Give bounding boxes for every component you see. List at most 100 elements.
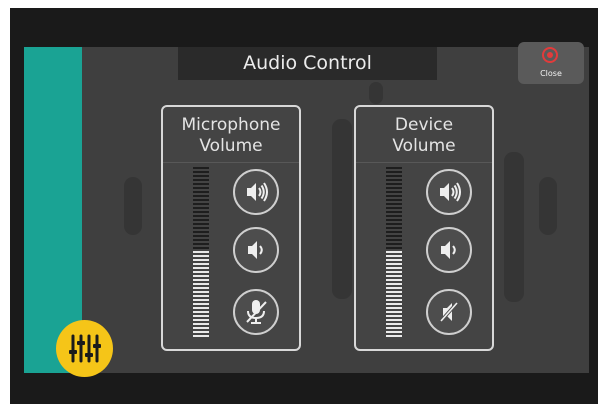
page-title: Audio Control	[178, 47, 437, 80]
meter-segment	[386, 323, 402, 325]
meter-segment	[193, 279, 209, 281]
meter-segment	[386, 187, 402, 189]
meter-segment	[386, 215, 402, 217]
meter-segment	[386, 195, 402, 197]
device-volume-up-button[interactable]	[426, 169, 472, 215]
meter-segment	[193, 203, 209, 205]
decorative-bar	[124, 177, 142, 235]
meter-segment	[193, 167, 209, 169]
meter-segment	[386, 275, 402, 277]
device-volume-down-button[interactable]	[426, 227, 472, 273]
meter-segment	[386, 331, 402, 333]
device-mute-button[interactable]	[426, 289, 472, 335]
meter-segment	[193, 335, 209, 337]
meter-segment	[386, 335, 402, 337]
meter-segment	[193, 247, 209, 249]
meter-segment	[386, 279, 402, 281]
microphone-title-line2: Volume	[199, 136, 263, 156]
meter-segment	[386, 303, 402, 305]
meter-segment	[193, 263, 209, 265]
meter-segment	[386, 259, 402, 261]
volume-up-icon	[440, 182, 461, 202]
meter-segment	[193, 171, 209, 173]
meter-segment	[193, 207, 209, 209]
meter-segment	[386, 179, 402, 181]
volume-down-icon	[441, 241, 456, 259]
close-button[interactable]: Close	[518, 42, 584, 84]
meter-segment	[386, 183, 402, 185]
meter-segment	[386, 287, 402, 289]
meter-segment	[386, 251, 402, 253]
meter-segment	[193, 275, 209, 277]
meter-segment	[386, 315, 402, 317]
microphone-volume-down-button[interactable]	[233, 227, 279, 273]
microphone-volume-title: Microphone Volume	[163, 115, 299, 157]
divider	[356, 162, 492, 163]
meter-segment	[386, 267, 402, 269]
meter-segment	[193, 215, 209, 217]
meter-segment	[193, 191, 209, 193]
device-title-line1: Device	[394, 115, 454, 135]
meter-segment	[193, 199, 209, 201]
meter-segment	[386, 227, 402, 229]
meter-segment	[193, 251, 209, 253]
mixer-sliders-icon	[69, 334, 101, 363]
meter-segment	[386, 271, 402, 273]
decorative-bar	[539, 177, 557, 235]
meter-segment	[193, 227, 209, 229]
audio-mixer-button[interactable]	[56, 320, 113, 377]
meter-segment	[386, 239, 402, 241]
device-volume-title: Device Volume	[356, 115, 492, 157]
meter-segment	[193, 299, 209, 301]
meter-segment	[386, 295, 402, 297]
meter-segment	[193, 287, 209, 289]
meter-segment	[193, 295, 209, 297]
decorative-bar	[504, 152, 524, 302]
meter-segment	[193, 303, 209, 305]
meter-segment	[193, 283, 209, 285]
meter-segment	[386, 167, 402, 169]
microphone-mute-button[interactable]	[233, 289, 279, 335]
meter-segment	[386, 207, 402, 209]
meter-segment	[193, 331, 209, 333]
meter-segment	[193, 175, 209, 177]
decorative-bar	[332, 119, 352, 299]
meter-segment	[193, 307, 209, 309]
meter-segment	[193, 271, 209, 273]
meter-segment	[386, 231, 402, 233]
meter-segment	[386, 191, 402, 193]
meter-segment	[193, 187, 209, 189]
meter-segment	[386, 263, 402, 265]
meter-segment	[386, 223, 402, 225]
device-level-meter	[386, 167, 402, 339]
meter-segment	[386, 211, 402, 213]
meter-segment	[386, 235, 402, 237]
meter-segment	[193, 267, 209, 269]
meter-segment	[386, 175, 402, 177]
meter-segment	[386, 171, 402, 173]
meter-segment	[193, 195, 209, 197]
meter-segment	[386, 247, 402, 249]
meter-segment	[193, 319, 209, 321]
meter-segment	[193, 291, 209, 293]
microphone-level-meter	[193, 167, 209, 339]
meter-segment	[386, 255, 402, 257]
close-circle-icon	[542, 47, 558, 63]
meter-segment	[386, 283, 402, 285]
microphone-volume-up-button[interactable]	[233, 169, 279, 215]
microphone-title-line1: Microphone	[181, 115, 281, 135]
meter-segment	[193, 259, 209, 261]
meter-segment	[386, 291, 402, 293]
meter-segment	[386, 243, 402, 245]
volume-up-icon	[247, 182, 268, 202]
meter-segment	[193, 183, 209, 185]
volume-down-icon	[248, 241, 263, 259]
speaker-mute-icon	[439, 301, 459, 323]
meter-segment	[193, 323, 209, 325]
meter-segment	[193, 239, 209, 241]
meter-segment	[386, 199, 402, 201]
meter-segment	[386, 299, 402, 301]
meter-segment	[193, 223, 209, 225]
meter-segment	[193, 231, 209, 233]
meter-segment	[193, 219, 209, 221]
